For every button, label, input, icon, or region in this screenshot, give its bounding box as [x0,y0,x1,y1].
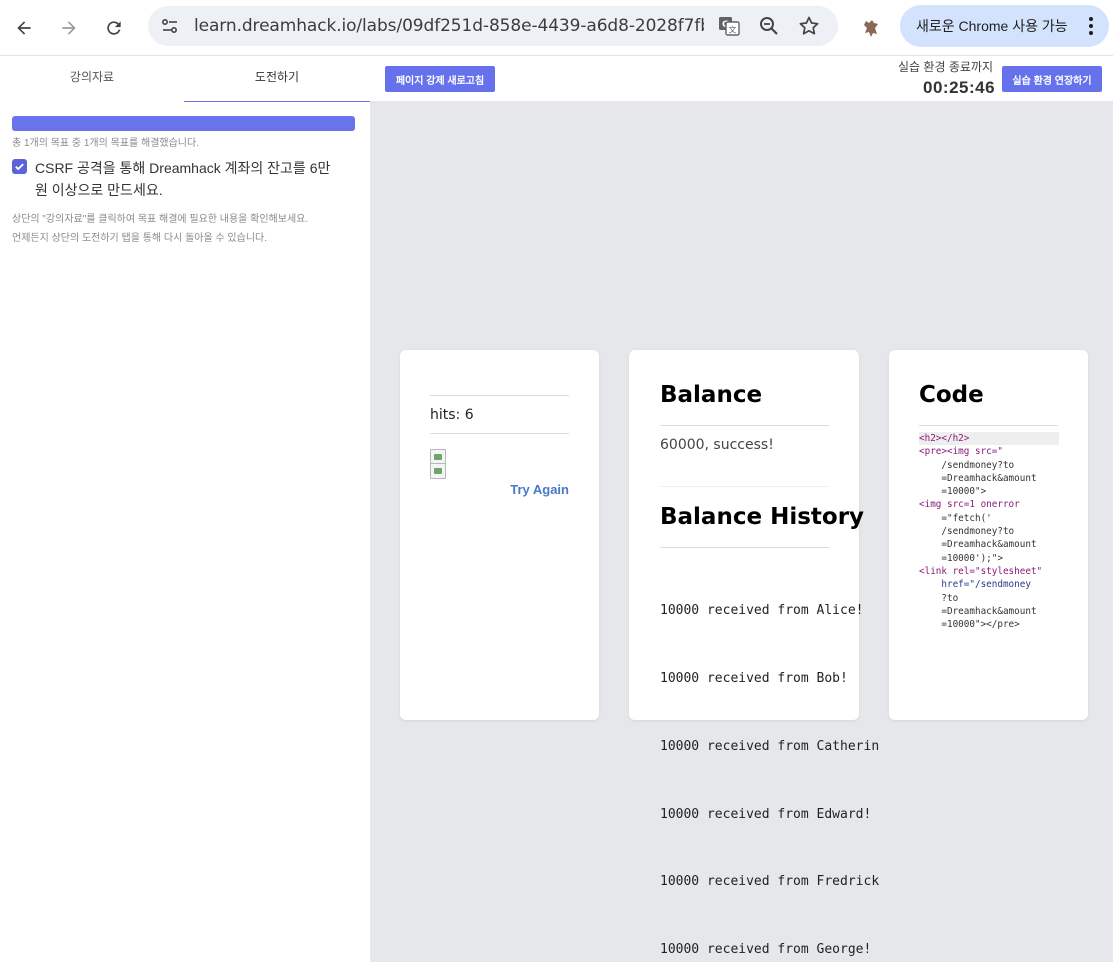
check-icon [15,163,24,171]
list-item: 10000 received from Alice! [660,603,864,619]
arrow-right-icon [62,21,76,35]
divider [660,547,829,548]
zoom-icon[interactable] [758,15,780,37]
translate-icon[interactable]: G 文 [718,15,740,37]
code-card: Code <h2></h2> <pre><img src=" /sendmone… [889,350,1088,720]
lab-toolbar: 페이지 강제 새로고침 실습 환경 종료까지 00:25:46 실습 환경 연장… [370,56,1113,101]
back-button[interactable] [8,12,40,44]
lab-content-area: 페이지 강제 새로고침 실습 환경 종료까지 00:25:46 실습 환경 연장… [370,56,1113,962]
list-item: 10000 received from Edward! [660,806,872,822]
timer-label: 실습 환경 종료까지 [898,60,993,74]
divider [660,425,829,426]
hits-counter: hits: 6 [430,407,474,423]
balance-card: Balance 60000, success! Balance History … [629,350,879,957]
challenge-panel: 강의자료 도전하기 총 1개의 목표 중 1개의 목표를 해결했습니다. CSR… [0,56,370,962]
chrome-update-label: 새로운 Chrome 사용 가능 [916,18,1068,34]
code-title: Code [919,382,984,408]
bookmark-star-icon[interactable] [798,15,820,37]
list-item: 10000 received from Bob! [660,670,848,686]
goal-checkbox[interactable] [12,159,27,174]
address-bar[interactable]: learn.dreamhack.io/labs/09df251d-858e-44… [148,6,838,46]
list-item: 10000 received from George! [660,942,872,958]
divider [660,486,829,487]
chrome-update-button[interactable]: 새로운 Chrome 사용 가능 [900,5,1109,47]
divider [430,433,569,434]
code-line: <img src=1 onerror [919,499,1020,511]
reload-button[interactable] [98,12,130,44]
balance-message: 60000, success! [660,437,774,453]
list-item: 10000 received from Catherin [660,738,880,754]
goal-progress-text: 총 1개의 목표 중 1개의 목표를 해결했습니다. [12,138,199,149]
try-again-link[interactable]: Try Again [510,482,569,497]
hint-line: 언제든지 상단의 도전하기 탭을 통해 다시 돌아올 수 있습니다. [12,233,268,244]
code-line: =Dreamhack&amount [919,539,1037,551]
extend-lab-button[interactable]: 실습 환경 연장하기 [1002,66,1102,92]
code-line: /sendmoney?to [919,459,1015,471]
goal-text: CSRF 공격을 통해 Dreamhack 계좌의 잔고를 6만원 이상으로 만… [35,160,331,198]
browser-toolbar: learn.dreamhack.io/labs/09df251d-858e-44… [0,0,1113,56]
code-line: =Dreamhack&amount [919,472,1037,484]
code-line: ?to [919,592,959,604]
broken-image-icon [430,463,446,479]
tab-lecture[interactable]: 강의자료 [0,56,184,102]
timer-value: 00:25:46 [923,78,996,97]
force-refresh-button[interactable]: 페이지 강제 새로고침 [385,66,495,92]
site-settings-icon[interactable] [160,16,180,36]
balance-history-list: 10000 received from Alice! 10000 receive… [660,555,879,962]
hint-text: 상단의 "강의자료"를 클릭하여 목표 해결에 필요한 내용을 확인해보세요. … [12,210,364,248]
extension-icon[interactable] [860,15,884,39]
code-line: =Dreamhack&amount [919,605,1037,617]
list-item: 10000 received from Fredrick [660,874,880,890]
more-menu-icon[interactable] [1089,17,1093,35]
hits-card: hits: 6 Try Again [400,350,599,720]
svg-text:文: 文 [729,25,737,35]
divider [919,425,1058,426]
reload-icon [107,21,121,35]
divider [430,395,569,396]
code-line: <link rel="stylesheet" [919,565,1043,577]
code-line: ="fetch(' [919,512,992,524]
code-line: <pre><img src=" [919,446,1003,458]
code-line: =10000');"> [919,552,1003,564]
code-line: <h2></h2> [919,432,1059,446]
code-line: =10000"> [919,486,987,498]
url-text[interactable]: learn.dreamhack.io/labs/09df251d-858e-44… [194,6,704,46]
arrow-left-icon [17,21,31,35]
code-block: <h2></h2> <pre><img src=" /sendmoney?to … [919,432,1059,631]
tab-challenge[interactable]: 도전하기 [184,56,370,102]
hint-line: 상단의 "강의자료"를 클릭하여 목표 해결에 필요한 내용을 확인해보세요. [12,214,309,225]
balance-history-title: Balance History [660,504,865,530]
goal-progress-bar [12,116,355,131]
code-line: =10000"></pre> [919,619,1020,631]
code-line: href="/sendmoney [919,579,1031,591]
balance-title: Balance [660,382,763,408]
forward-button[interactable] [53,12,85,44]
code-line: /sendmoney?to [919,526,1015,538]
